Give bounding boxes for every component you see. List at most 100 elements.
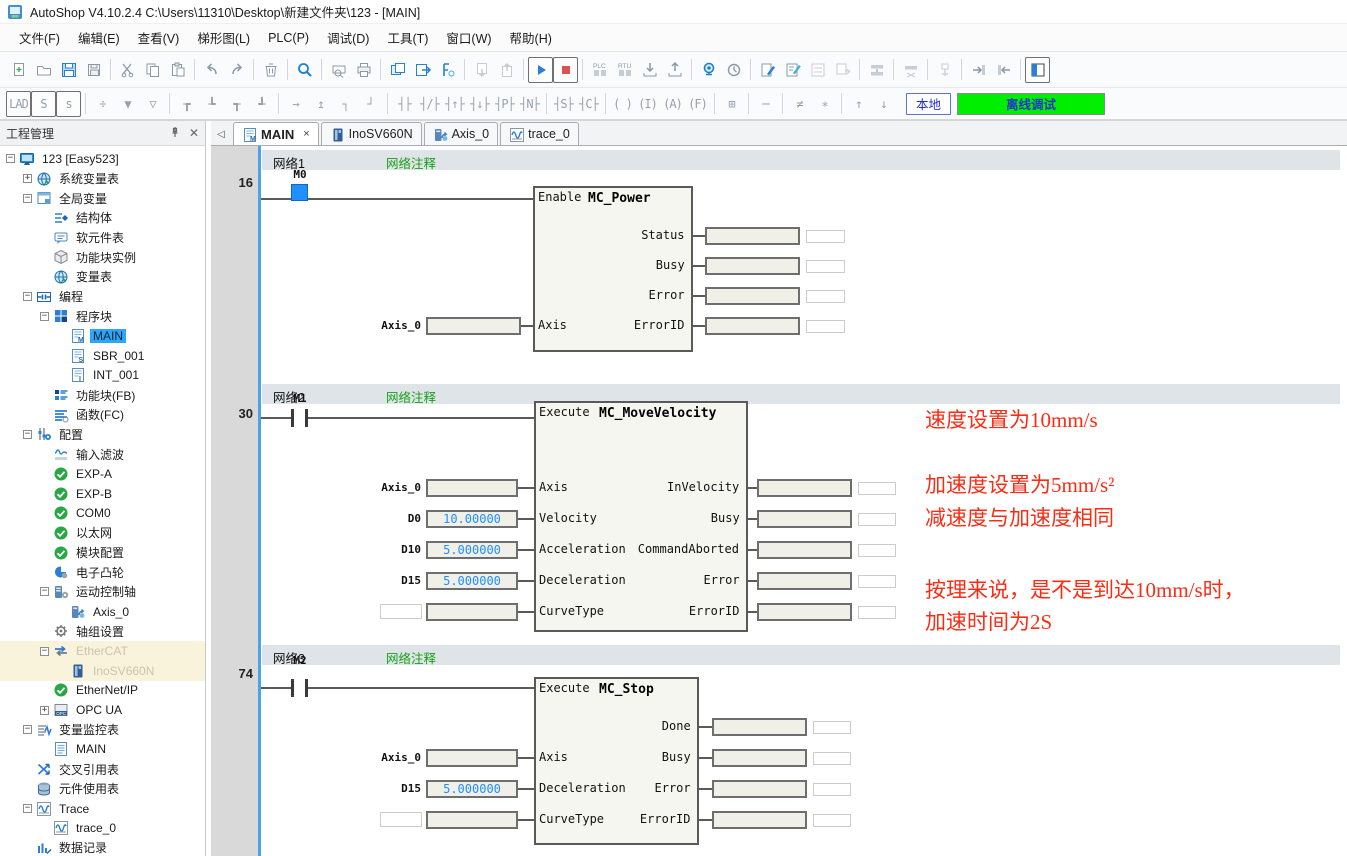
- star-tool-button[interactable]: ∗: [812, 91, 837, 117]
- print-button[interactable]: [351, 57, 376, 83]
- tree-expand-toggle[interactable]: +: [23, 174, 32, 183]
- contact-nc-button[interactable]: ┤/├: [417, 91, 442, 117]
- contact-n-button[interactable]: ┤N├: [517, 91, 542, 117]
- tree-item-ethernet-ip[interactable]: EtherNet/IP: [0, 681, 205, 701]
- input-value-box[interactable]: [426, 603, 518, 621]
- paste-button[interactable]: [165, 57, 190, 83]
- input-value-box[interactable]: 5.000000: [426, 780, 518, 798]
- menu-file[interactable]: 文件(F): [10, 24, 69, 51]
- input-value-box[interactable]: [426, 749, 518, 767]
- tree-item--[interactable]: 交叉引用表: [0, 759, 205, 779]
- contact-no-bar[interactable]: [291, 409, 294, 427]
- tree-expand-toggle[interactable]: +: [40, 706, 49, 715]
- tab-close-icon[interactable]: ×: [303, 128, 309, 140]
- contact-rise-button[interactable]: ┤↑├: [442, 91, 467, 117]
- tree-expand-toggle[interactable]: −: [40, 587, 49, 596]
- tree-item--[interactable]: 输入滤波: [0, 444, 205, 464]
- tree-item--[interactable]: 以太网: [0, 523, 205, 543]
- corner-tool2-button[interactable]: ┘: [358, 91, 383, 117]
- output-monitor-box[interactable]: [813, 814, 851, 827]
- menu-tools[interactable]: 工具(T): [378, 24, 437, 51]
- network-header-3[interactable]: 网络3网络注释: [262, 645, 1340, 665]
- output-value-box[interactable]: [757, 510, 852, 528]
- coil-inv-button[interactable]: (I): [635, 91, 660, 117]
- toggle-project-panel-button[interactable]: [1025, 57, 1050, 83]
- tree-item-sbr-001[interactable]: SSBR_001: [0, 346, 205, 366]
- network-comment[interactable]: 网络注释: [386, 387, 436, 406]
- contact-selected-cursor[interactable]: [291, 184, 308, 201]
- input-value-box[interactable]: [426, 317, 521, 335]
- tree-item-axis-0[interactable]: Axis_0: [0, 602, 205, 622]
- tab-axis_0[interactable]: Axis_0: [424, 122, 499, 145]
- menu-help[interactable]: 帮助(H): [501, 24, 561, 51]
- input-value-box[interactable]: [426, 479, 518, 497]
- divider-tool-button[interactable]: ÷: [90, 91, 115, 117]
- redo-button[interactable]: [224, 57, 249, 83]
- tree-item--[interactable]: +系统变量表: [0, 169, 205, 189]
- insert-network-below-button[interactable]: ▽: [140, 91, 165, 117]
- sfc-view-button[interactable]: S: [31, 91, 56, 117]
- output-value-box[interactable]: [705, 287, 800, 305]
- output-value-box[interactable]: [712, 780, 807, 798]
- operand-empty-box[interactable]: [380, 812, 422, 827]
- offline-debug-button[interactable]: 离线调试: [957, 93, 1105, 115]
- tree-item-int-001[interactable]: IINT_001: [0, 366, 205, 386]
- tree-item--[interactable]: −编程: [0, 287, 205, 307]
- contact-no-bar[interactable]: [291, 679, 294, 697]
- tree-item--[interactable]: 电子凸轮: [0, 562, 205, 582]
- move-down-button[interactable]: ↓: [871, 91, 896, 117]
- pin-icon[interactable]: [169, 126, 181, 141]
- upload-plc-button[interactable]: [662, 57, 687, 83]
- output-monitor-box[interactable]: [858, 513, 896, 526]
- tree-item--[interactable]: −运动控制轴: [0, 582, 205, 602]
- tab-inosv660n[interactable]: InoSV660N: [321, 122, 422, 145]
- tab-main[interactable]: MMAIN×: [233, 122, 319, 145]
- output-monitor-box[interactable]: [858, 606, 896, 619]
- output-value-box[interactable]: [705, 227, 800, 245]
- input-value-box[interactable]: 10.00000: [426, 510, 518, 528]
- compile-check-button[interactable]: [435, 57, 460, 83]
- input-value-box[interactable]: 5.000000: [426, 572, 518, 590]
- tab-trace_0[interactable]: trace_0: [500, 122, 579, 145]
- contact-no-button[interactable]: ┤├: [392, 91, 417, 117]
- run-button[interactable]: [528, 57, 553, 83]
- branch-del-button[interactable]: ┹: [249, 91, 274, 117]
- download-file-button[interactable]: [469, 57, 494, 83]
- ladder-canvas[interactable]: 网络1网络注释16M0EnableMC_PowerAxisAxis_0Statu…: [211, 146, 1347, 856]
- tree-item--[interactable]: −配置: [0, 425, 205, 445]
- menu-debug[interactable]: 调试(D): [318, 24, 378, 51]
- contact-fall-button[interactable]: ┤↓├: [467, 91, 492, 117]
- tree-item--[interactable]: 结构体: [0, 208, 205, 228]
- tree-expand-toggle[interactable]: −: [23, 804, 32, 813]
- tree-item-inosv660n[interactable]: InoSV660N: [0, 661, 205, 681]
- tree-item-123-easy523-[interactable]: −123 [Easy523]: [0, 149, 205, 169]
- output-monitor-box[interactable]: [813, 752, 851, 765]
- cut-button[interactable]: [115, 57, 140, 83]
- branch-close-button[interactable]: ┺: [199, 91, 224, 117]
- stop-button[interactable]: [553, 57, 578, 83]
- download-plc-button[interactable]: [637, 57, 662, 83]
- tree-item--[interactable]: 软元件表: [0, 228, 205, 248]
- window-cascade-button[interactable]: [385, 57, 410, 83]
- network-header-1[interactable]: 网络1网络注释: [262, 150, 1340, 170]
- tree-item-com0[interactable]: COM0: [0, 503, 205, 523]
- tree-item--[interactable]: 功能块实例: [0, 247, 205, 267]
- output-monitor-box[interactable]: [806, 290, 845, 303]
- input-value-box[interactable]: 5.000000: [426, 541, 518, 559]
- output-monitor-box[interactable]: [806, 260, 845, 273]
- edit-mode-button[interactable]: [780, 57, 805, 83]
- tree-expand-toggle[interactable]: −: [23, 725, 32, 734]
- menu-view[interactable]: 查看(V): [129, 24, 189, 51]
- contact-no-bar[interactable]: [305, 679, 308, 697]
- tree-item--fb-[interactable]: 功能块(FB): [0, 385, 205, 405]
- tree-item-trace[interactable]: −Trace: [0, 799, 205, 819]
- save-button[interactable]: [56, 57, 81, 83]
- output-monitor-box[interactable]: [858, 575, 896, 588]
- coil-reset-button[interactable]: ┤C├: [576, 91, 601, 117]
- network-comment[interactable]: 网络注释: [386, 648, 436, 667]
- coil-out-button[interactable]: ( ): [610, 91, 635, 117]
- insert-network-above-button[interactable]: ▼: [115, 91, 140, 117]
- network-header-2[interactable]: 网络2网络注释: [262, 384, 1340, 404]
- upload-file-button[interactable]: [494, 57, 519, 83]
- jump-in-button[interactable]: [966, 57, 991, 83]
